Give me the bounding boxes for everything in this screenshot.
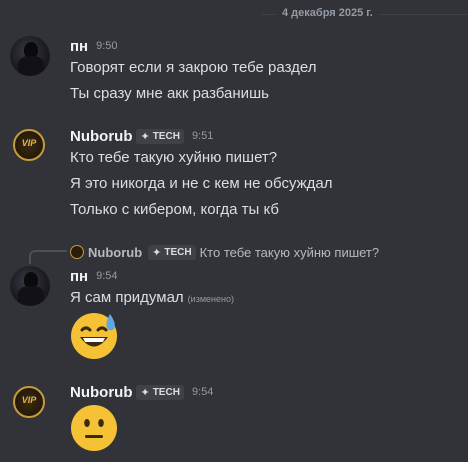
- gear-icon: ✦: [152, 246, 162, 259]
- reply-connector: [29, 250, 67, 264]
- gear-icon: ✦: [140, 130, 150, 143]
- message-text: Я это никогда и не с кем не обсуждал: [70, 175, 333, 192]
- message-text: Кто тебе такую хуйню пишет?: [70, 149, 278, 166]
- neutral-face-emoji[interactable]: [70, 404, 118, 452]
- role-tag-label: TECH: [152, 386, 180, 398]
- message-timestamp: 9:50: [96, 40, 118, 52]
- reply-avatar: [70, 245, 84, 259]
- vip-logo: VIP: [21, 395, 37, 405]
- role-tag[interactable]: ✦ TECH: [136, 384, 184, 400]
- divider-date: 4 декабря 2025 г.: [276, 7, 379, 19]
- role-tag: ✦ TECH: [148, 244, 196, 260]
- reply-author[interactable]: Nuborub: [88, 245, 142, 260]
- grinning-sweat-emoji[interactable]: [70, 312, 118, 360]
- message-header: Nuborub ✦ TECH 9:54: [70, 383, 213, 401]
- message-text: Я сам придумал (изменено): [70, 289, 234, 306]
- message-header: пн 9:54: [70, 267, 118, 285]
- message-text: Говорят если я закрою тебе раздел: [70, 59, 317, 76]
- avatar[interactable]: [10, 266, 50, 306]
- message-text: Только с кибером, когда ты кб: [70, 201, 279, 218]
- edited-label: (изменено): [187, 294, 234, 304]
- role-tag-label: TECH: [164, 246, 192, 258]
- author-name[interactable]: пн: [70, 268, 88, 285]
- author-name[interactable]: Nuborub: [70, 128, 132, 145]
- message-timestamp: 9:54: [191, 386, 214, 398]
- author-name[interactable]: Nuborub: [70, 384, 132, 401]
- gear-icon: ✦: [140, 386, 150, 399]
- avatar[interactable]: VIP: [10, 383, 50, 423]
- reply-preview[interactable]: Nuborub ✦ TECH Кто тебе такую хуйню пише…: [70, 244, 379, 260]
- author-name[interactable]: пн: [70, 38, 88, 55]
- message-timestamp: 9:54: [96, 270, 118, 282]
- date-divider: 4 декабря 2025 г.: [0, 6, 468, 22]
- avatar[interactable]: [10, 36, 50, 76]
- message-header: Nuborub ✦ TECH 9:51: [70, 127, 213, 145]
- message-timestamp: 9:51: [191, 130, 214, 142]
- message-header: пн 9:50: [70, 37, 118, 55]
- role-tag[interactable]: ✦ TECH: [136, 128, 184, 144]
- role-tag-label: TECH: [152, 130, 180, 142]
- avatar[interactable]: VIP: [10, 126, 50, 166]
- vip-logo: VIP: [21, 138, 37, 148]
- reply-text: Кто тебе такую хуйню пишет?: [199, 244, 380, 260]
- message-text: Ты сразу мне акк разбанишь: [70, 85, 269, 102]
